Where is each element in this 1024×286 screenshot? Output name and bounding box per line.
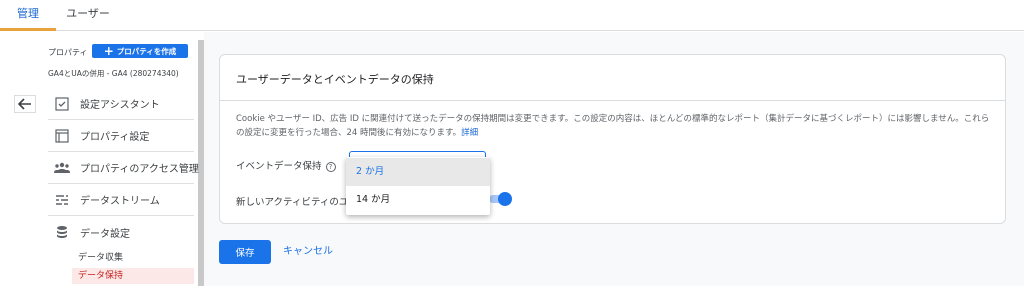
back-button[interactable] xyxy=(14,95,36,113)
sidebar-subitem-data-collection[interactable]: データ収集 xyxy=(72,250,194,266)
retention-dropdown-menu: 2 か月 14 か月 xyxy=(346,157,490,215)
arrow-left-icon xyxy=(18,98,31,110)
sidebar-item-access-management[interactable]: プロパティのアクセス管理 xyxy=(48,152,199,184)
event-retention-label: イベントデータ保持 xyxy=(236,161,322,172)
property-settings-icon xyxy=(54,128,70,144)
sidebar-item-label: データストリーム xyxy=(80,196,160,207)
event-retention-row: イベントデータ保持? xyxy=(236,158,336,172)
sidebar-item-setup-assistant[interactable]: 設定アシスタント xyxy=(48,88,194,120)
card-title: ユーザーデータとイベントデータの保持 xyxy=(236,73,434,86)
sidebar-item-label: プロパティ設定 xyxy=(80,132,150,143)
tab-admin[interactable]: 管理 xyxy=(0,0,56,31)
card-divider xyxy=(220,100,1005,101)
sidebar-item-label: 設定アシスタント xyxy=(80,100,160,111)
option-2-months[interactable]: 2 か月 xyxy=(346,158,490,186)
create-property-label: プロパティを作成 xyxy=(116,46,177,56)
create-property-button[interactable]: + プロパティを作成 xyxy=(92,44,188,58)
reset-on-activity-toggle[interactable] xyxy=(489,192,512,206)
details-link[interactable]: 詳細 xyxy=(461,128,478,138)
retention-description: Cookie やユーザー ID、広告 ID に関連付けて送ったデータの保持期間は… xyxy=(236,112,996,140)
plus-icon: + xyxy=(103,44,114,58)
tab-users[interactable]: ユーザー xyxy=(56,0,120,31)
save-button[interactable]: 保存 xyxy=(219,240,271,264)
sidebar-item-label: データ設定 xyxy=(80,228,130,240)
description-text: Cookie やユーザー ID、広告 ID に関連付けて送ったデータの保持期間は… xyxy=(236,114,990,138)
top-tab-bar: 管理 ユーザー xyxy=(0,0,1024,31)
sidebar-item-data-settings[interactable]: データ設定 xyxy=(48,216,194,248)
database-icon xyxy=(54,224,70,240)
sidebar-subitem-data-retention[interactable]: データ保持 xyxy=(72,268,194,284)
option-14-months[interactable]: 14 か月 xyxy=(346,186,490,214)
people-icon xyxy=(54,160,70,176)
new-activity-label: 新しいアクティビティのユ xyxy=(236,197,349,208)
data-stream-icon xyxy=(54,192,70,208)
property-name[interactable]: GA4とUAの併用 - GA4 (280274340) xyxy=(48,68,179,79)
property-label: プロパティ xyxy=(48,48,88,57)
sidebar-item-label: プロパティのアクセス管理 xyxy=(80,164,199,175)
cancel-button[interactable]: キャンセル xyxy=(283,240,333,264)
checklist-icon xyxy=(54,96,70,112)
help-icon[interactable]: ? xyxy=(325,161,336,172)
sidebar-item-data-streams[interactable]: データストリーム xyxy=(48,184,194,216)
toggle-knob xyxy=(498,192,512,206)
data-retention-card: ユーザーデータとイベントデータの保持 Cookie やユーザー ID、広告 ID… xyxy=(219,54,1006,224)
sidebar-item-property-settings[interactable]: プロパティ設定 xyxy=(48,120,194,152)
